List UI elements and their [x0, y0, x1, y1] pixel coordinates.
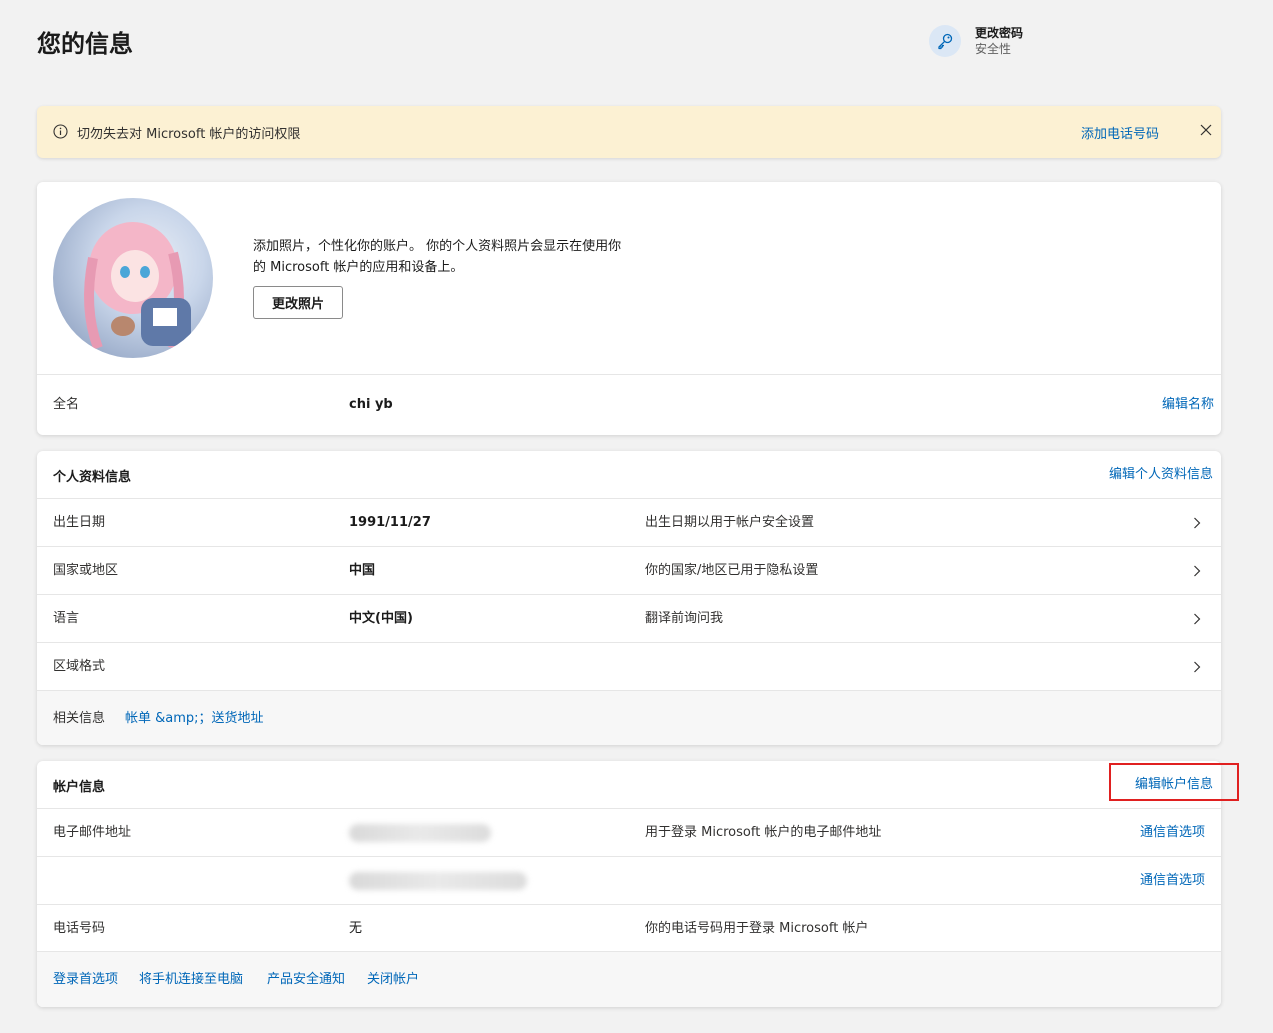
related-label: 相关信息 [53, 711, 106, 726]
phone-label: 电话号码 [53, 921, 106, 936]
region-format-row[interactable]: 区域格式 [37, 642, 1221, 690]
country-row[interactable]: 国家或地区 中国 你的国家/地区已用于隐私设置 [37, 546, 1221, 594]
phone-value: 无 [349, 921, 363, 936]
access-warning-banner: 切勿失去对 Microsoft 帐户的访问权限 添加电话号码 [37, 106, 1221, 158]
birthdate-row[interactable]: 出生日期 1991/11/27 出生日期以用于帐户安全设置 [37, 498, 1221, 546]
country-value: 中国 [349, 563, 376, 578]
birthdate-value: 1991/11/27 [349, 515, 431, 530]
fullname-row: 全名 chi yb 编辑名称 [37, 374, 1221, 435]
region-format-label: 区域格式 [53, 659, 106, 674]
email-value-redacted [349, 824, 491, 842]
account-section-title: 帐户信息 [53, 780, 106, 795]
photo-description: 添加照片，个性化你的账户。 你的个人资料照片会显示在使用你的 Microsoft… [253, 239, 622, 275]
fullname-label: 全名 [53, 397, 80, 412]
edit-account-link[interactable]: 编辑帐户信息 [1135, 776, 1213, 794]
phone-desc: 你的电话号码用于登录 Microsoft 帐户 [645, 921, 869, 936]
country-desc: 你的国家/地区已用于隐私设置 [645, 563, 819, 578]
close-account-link[interactable]: 关闭帐户 [367, 971, 419, 989]
email-label: 电子邮件地址 [53, 825, 132, 840]
profile-info-card: 个人资料信息 编辑个人资料信息 出生日期 1991/11/27 出生日期以用于帐… [37, 451, 1221, 745]
chevron-right-icon[interactable] [1193, 517, 1201, 529]
birthdate-label: 出生日期 [53, 515, 106, 530]
comm-preferences-link-2[interactable]: 通信首选项 [1140, 872, 1205, 890]
email-row-2: 通信首选项 [37, 856, 1221, 904]
language-value: 中文(中国) [349, 611, 413, 626]
product-security-notices-link[interactable]: 产品安全通知 [267, 971, 345, 989]
sign-in-preferences-link[interactable]: 登录首选项 [53, 971, 118, 989]
close-icon[interactable] [1199, 123, 1213, 137]
phone-row: 电话号码 无 你的电话号码用于登录 Microsoft 帐户 [37, 904, 1221, 952]
chevron-right-icon[interactable] [1193, 565, 1201, 577]
banner-message: 切勿失去对 Microsoft 帐户的访问权限 [77, 127, 301, 142]
info-icon [53, 124, 68, 139]
edit-name-link[interactable]: 编辑名称 [1162, 396, 1214, 414]
avatar[interactable] [53, 198, 213, 358]
email-row: 电子邮件地址 用于登录 Microsoft 帐户的电子邮件地址 通信首选项 [37, 808, 1221, 856]
account-info-card: 帐户信息 编辑帐户信息 电子邮件地址 用于登录 Microsoft 帐户的电子邮… [37, 761, 1221, 1007]
billing-shipping-link[interactable]: 帐单 &amp;；送货地址 [125, 710, 264, 728]
language-row[interactable]: 语言 中文(中国) 翻译前询问我 [37, 594, 1221, 642]
edit-profile-link[interactable]: 编辑个人资料信息 [1109, 466, 1213, 484]
change-password-title: 更改密码 [975, 26, 1024, 40]
country-label: 国家或地区 [53, 563, 119, 578]
page-title: 您的信息 [37, 30, 133, 58]
chevron-right-icon[interactable] [1193, 661, 1201, 673]
change-password-link[interactable]: 更改密码 安全性 [929, 25, 1023, 57]
email-value-redacted [349, 872, 527, 890]
chevron-right-icon[interactable] [1193, 613, 1201, 625]
photo-name-card: 添加照片，个性化你的账户。 你的个人资料照片会显示在使用你的 Microsoft… [37, 182, 1221, 435]
related-info: 相关信息 帐单 &amp;；送货地址 [37, 690, 1221, 745]
profile-section-title: 个人资料信息 [53, 470, 132, 485]
birthdate-desc: 出生日期以用于帐户安全设置 [645, 515, 815, 530]
fullname-value: chi yb [349, 397, 393, 412]
language-desc: 翻译前询问我 [645, 611, 724, 626]
comm-preferences-link[interactable]: 通信首选项 [1140, 824, 1205, 842]
key-icon [929, 25, 961, 57]
language-label: 语言 [53, 611, 80, 626]
email-desc: 用于登录 Microsoft 帐户的电子邮件地址 [645, 825, 882, 840]
link-phone-to-pc-link[interactable]: 将手机连接至电脑 [139, 971, 243, 989]
add-phone-link[interactable]: 添加电话号码 [1081, 123, 1159, 142]
change-photo-button[interactable]: 更改照片 [253, 286, 343, 319]
account-links: 登录首选项 将手机连接至电脑 产品安全通知 关闭帐户 [37, 951, 1221, 1007]
change-password-subtitle: 安全性 [975, 42, 1012, 56]
